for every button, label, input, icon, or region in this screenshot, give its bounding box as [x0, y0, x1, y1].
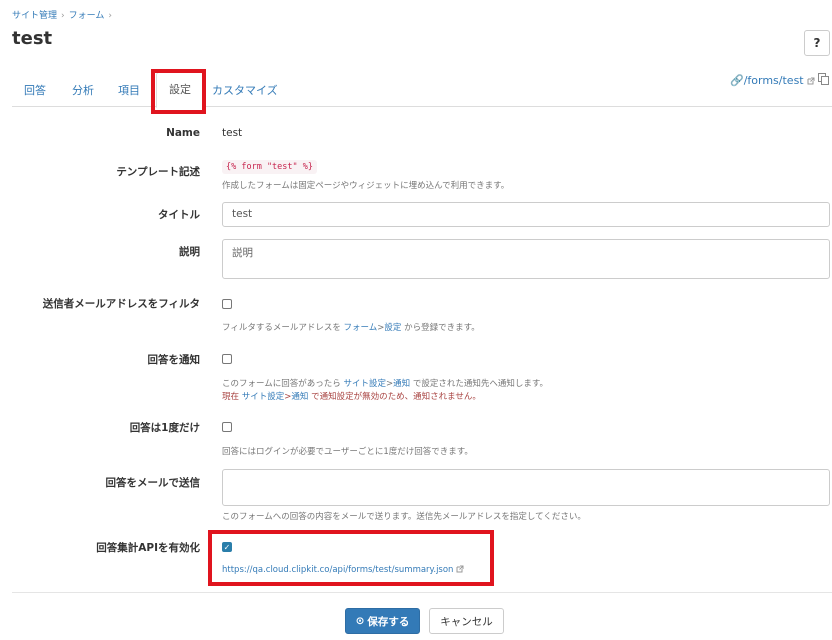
tab-items[interactable]: 項目: [118, 82, 140, 98]
filter-checkbox[interactable]: [222, 299, 232, 309]
divider: [12, 592, 832, 593]
copy-icon[interactable]: [818, 73, 830, 86]
notification-link[interactable]: 通知: [393, 379, 410, 389]
tab-customize[interactable]: カスタマイズ: [212, 82, 278, 98]
forms-link-text: /forms/test: [743, 74, 804, 87]
cancel-button[interactable]: キャンセル: [429, 608, 504, 634]
link-icon: 🔗: [730, 74, 744, 87]
forms-public-link[interactable]: 🔗/forms/test: [730, 74, 815, 87]
tab-responses[interactable]: 回答: [24, 82, 46, 98]
external-link-icon: [807, 77, 815, 85]
breadcrumb-separator: ›: [61, 11, 65, 21]
tab-analysis[interactable]: 分析: [72, 82, 94, 98]
notify-label: 回答を通知: [147, 354, 201, 366]
title-label: タイトル: [158, 209, 200, 221]
name-value: test: [222, 127, 243, 139]
tab-bar: 回答 分析 項目 設定 カスタマイズ: [12, 72, 832, 108]
template-label: テンプレート記述: [116, 166, 200, 178]
title-input[interactable]: test: [222, 202, 830, 227]
api-highlight: [208, 530, 494, 586]
filter-label: 送信者メールアドレスをフィルタ: [42, 298, 200, 310]
api-url-link[interactable]: https://qa.cloud.clipkit.co/api/forms/te…: [222, 565, 464, 575]
site-settings-link-2[interactable]: サイト設定: [242, 392, 285, 402]
help-button[interactable]: ?: [804, 30, 830, 56]
breadcrumb-item-site-admin[interactable]: サイト管理: [12, 11, 57, 21]
once-help: 回答にはログインが必要でユーザーごとに1度だけ回答できます。: [222, 447, 473, 457]
notify-warning: 現在 サイト設定>通知 で通知設定が無効のため、通知されません。: [222, 392, 481, 402]
template-code: {% form "test" %}: [222, 160, 317, 174]
save-button[interactable]: ⊙ 保存する: [345, 608, 420, 634]
email-textarea[interactable]: [222, 469, 830, 506]
description-label: 説明: [179, 246, 200, 258]
template-help: 作成したフォームは固定ページやウィジェットに埋め込んで利用できます。: [222, 181, 510, 191]
notify-checkbox[interactable]: [222, 354, 232, 364]
site-settings-link[interactable]: サイト設定: [343, 379, 386, 389]
breadcrumb: サイト管理 › フォーム ›: [12, 8, 116, 21]
notification-link-2[interactable]: 通知: [291, 392, 308, 402]
email-help: このフォームへの回答の内容をメールで送ります。送信先メールアドレスを指定してくだ…: [222, 512, 586, 522]
api-checkbox[interactable]: ✓: [222, 542, 232, 552]
check-circle-icon: ⊙: [355, 615, 365, 627]
name-label: Name: [166, 127, 200, 139]
external-link-icon: [456, 565, 464, 573]
breadcrumb-separator: ›: [108, 11, 112, 21]
api-label: 回答集計APIを有効化: [96, 542, 200, 554]
page-title: test: [12, 28, 53, 49]
settings-link[interactable]: 設定: [384, 323, 401, 333]
once-label: 回答は1度だけ: [129, 422, 200, 434]
tab-settings[interactable]: 設定: [156, 72, 204, 108]
forms-link[interactable]: フォーム: [344, 323, 378, 333]
email-label: 回答をメールで送信: [105, 477, 201, 489]
once-checkbox[interactable]: [222, 422, 232, 432]
notify-help: このフォームに回答があったら サイト設定>通知 で設定された通知先へ通知します。: [222, 379, 548, 389]
filter-help: フィルタするメールアドレスを フォーム>設定 から登録できます。: [222, 323, 480, 333]
description-textarea[interactable]: 説明: [222, 239, 830, 279]
breadcrumb-item-forms[interactable]: フォーム: [69, 11, 105, 21]
